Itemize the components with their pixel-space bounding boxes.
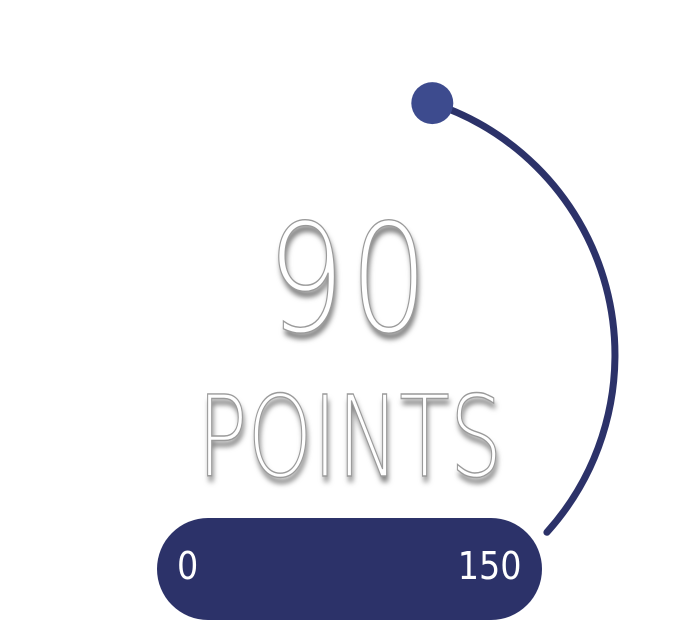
gauge-max-label: 150 (458, 544, 522, 588)
gauge-range-bar: 0 150 (157, 518, 542, 620)
gauge-min-label: 0 (177, 544, 199, 588)
gauge-value-handle[interactable] (411, 82, 454, 125)
gauge-value-number: 90 (266, 193, 434, 367)
gauge-unit-label: POINTS (197, 373, 503, 503)
